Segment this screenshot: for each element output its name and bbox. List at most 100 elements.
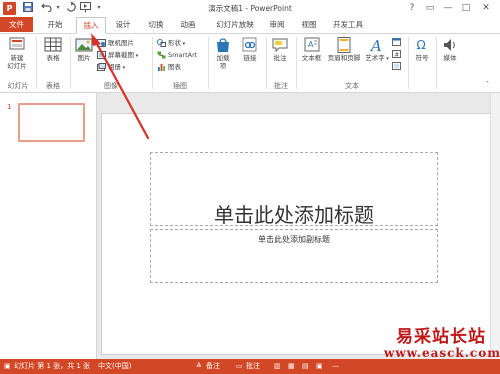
undo-icon[interactable] — [40, 2, 52, 14]
smartart-button[interactable]: SmartArt — [157, 50, 197, 60]
shapes-icon — [157, 39, 166, 47]
title-bar: P ▾ ▾ 演示文稿1 - PowerPoint ? ▭ — □ ✕ — [0, 0, 500, 17]
group-label-text: 文本 — [345, 82, 359, 90]
slide-number: 1 — [7, 103, 12, 111]
slide-sorter-icon[interactable]: ▦ — [288, 359, 295, 374]
chart-button[interactable]: 图表 — [157, 62, 181, 72]
redo-icon[interactable] — [65, 1, 77, 14]
close-button[interactable]: ✕ — [478, 1, 494, 15]
tab-developer[interactable]: 开发工具 — [328, 17, 368, 32]
slideshow-view-icon[interactable]: ▣ — [316, 359, 323, 374]
tab-transitions[interactable]: 切换 — [142, 17, 170, 32]
group-label-comments: 批注 — [274, 82, 288, 90]
tab-slideshow[interactable]: 幻灯片放映 — [210, 17, 260, 32]
new-slide-label-2: 幻灯片 — [7, 62, 27, 70]
links-button[interactable]: 链接 — [238, 37, 262, 62]
watermark-title: 易采站长站 — [396, 327, 486, 347]
online-pictures-icon — [97, 39, 106, 47]
symbols-button[interactable]: Ω 符号 — [411, 37, 433, 62]
comment-button[interactable]: 批注 — [268, 37, 292, 62]
start-from-beginning-icon[interactable] — [80, 2, 92, 14]
wordart-label: 艺术字 — [365, 54, 385, 62]
textbox-icon: A — [303, 37, 321, 53]
wordart-button[interactable]: A 艺术字 ▾ — [364, 37, 390, 63]
textbox-label: 文本框 — [301, 54, 322, 62]
header-footer-label: 页眉和页脚 — [327, 54, 361, 62]
group-label-illustrations: 插图 — [173, 82, 187, 90]
online-pictures-button[interactable]: 联机图片 — [97, 38, 134, 48]
screenshot-button[interactable]: 屏幕截图 ▾ — [97, 50, 138, 60]
date-time-icon[interactable] — [392, 37, 403, 47]
comments-button[interactable]: 批注 — [246, 359, 260, 374]
save-icon[interactable] — [22, 2, 34, 14]
comment-label: 批注 — [273, 54, 287, 62]
header-footer-button[interactable]: 页眉和页脚 — [325, 37, 363, 62]
zoom-slider[interactable]: — — [332, 359, 339, 374]
smartart-icon — [157, 51, 166, 59]
customize-qat-icon[interactable]: ▾ — [93, 2, 105, 14]
ribbon-tab-row: 文件 开始 插入 设计 切换 动画 幻灯片放映 审阅 视图 开发工具 — [0, 17, 500, 34]
addins-button[interactable]: 加载 项 — [211, 37, 235, 70]
media-label: 媒体 — [443, 54, 457, 62]
tab-review[interactable]: 审阅 — [264, 17, 290, 32]
collapse-ribbon-icon[interactable]: ˄ — [486, 80, 489, 90]
notes-icon: ≙ — [196, 362, 202, 370]
group-label-slides: 幻灯片 — [7, 82, 29, 90]
group-divider — [408, 37, 409, 89]
tab-file[interactable]: 文件 — [0, 17, 33, 32]
group-divider — [436, 37, 437, 89]
slide-number-icon[interactable]: # — [392, 49, 403, 59]
restore-button[interactable]: □ — [458, 1, 474, 15]
normal-view-icon[interactable]: ▥ — [274, 359, 281, 374]
shapes-label: 形状 — [168, 39, 181, 47]
notes-button[interactable]: 备注 — [206, 359, 220, 374]
group-label-tables: 表格 — [46, 82, 60, 90]
title-placeholder[interactable]: 单击此处添加标题 — [150, 152, 438, 227]
svg-text:A: A — [308, 40, 314, 49]
pictures-label: 图片 — [77, 54, 91, 62]
textbox-button[interactable]: A 文本框 — [298, 37, 325, 62]
chart-label: 图表 — [168, 63, 181, 71]
slide-thumbnail-pane: 1 — [0, 93, 97, 359]
addins-label-2: 项 — [219, 62, 227, 70]
svg-text:Ω: Ω — [417, 38, 426, 52]
svg-text:A: A — [369, 37, 382, 53]
undo-dropdown-icon[interactable]: ▾ — [52, 2, 64, 14]
tab-design[interactable]: 设计 — [109, 17, 137, 32]
new-slide-button[interactable]: 新建 幻灯片 — [3, 37, 31, 70]
header-footer-icon — [335, 37, 353, 53]
powerpoint-logo-icon: P — [3, 2, 16, 15]
tab-animations[interactable]: 动画 — [174, 17, 202, 32]
tab-home[interactable]: 开始 — [40, 17, 70, 32]
watermark: 易采站长站 www.easck.com — [384, 322, 500, 372]
photo-album-button[interactable]: 相册 ▾ — [97, 62, 125, 72]
table-label: 表格 — [46, 54, 60, 62]
addins-label: 加载 — [216, 54, 230, 62]
group-divider — [208, 37, 209, 89]
help-button[interactable]: ? — [404, 1, 420, 15]
language-indicator[interactable]: 中文(中国) — [98, 359, 131, 374]
new-slide-label: 新建 — [10, 54, 24, 62]
chart-icon — [157, 63, 166, 71]
object-icon[interactable] — [392, 61, 403, 71]
minimize-button[interactable]: — — [440, 1, 456, 15]
subtitle-placeholder[interactable]: 单击此处添加副标题 — [150, 229, 438, 283]
shapes-button[interactable]: 形状 ▾ — [157, 38, 185, 48]
slide-canvas[interactable]: 单击此处添加标题 单击此处添加副标题 — [101, 113, 493, 355]
tab-insert[interactable]: 插入 — [76, 17, 106, 34]
link-icon — [241, 37, 259, 53]
watermark-url: www.easck.com — [384, 346, 500, 360]
slide-thumbnail[interactable] — [18, 103, 85, 142]
reading-view-icon[interactable]: ▤ — [302, 359, 309, 374]
media-button[interactable]: 媒体 — [439, 37, 461, 62]
vertical-scrollbar[interactable] — [490, 93, 500, 359]
title-placeholder-text: 单击此处添加标题 — [214, 203, 374, 227]
photo-album-label: 相册 — [108, 63, 121, 71]
links-label: 链接 — [243, 54, 257, 62]
table-button[interactable]: 表格 — [40, 37, 66, 62]
tab-view[interactable]: 视图 — [296, 17, 322, 32]
new-slide-icon — [8, 37, 26, 53]
ribbon-display-options-button[interactable]: ▭ — [422, 1, 438, 15]
smartart-label: SmartArt — [168, 51, 198, 59]
pictures-button[interactable]: 图片 — [73, 37, 95, 62]
